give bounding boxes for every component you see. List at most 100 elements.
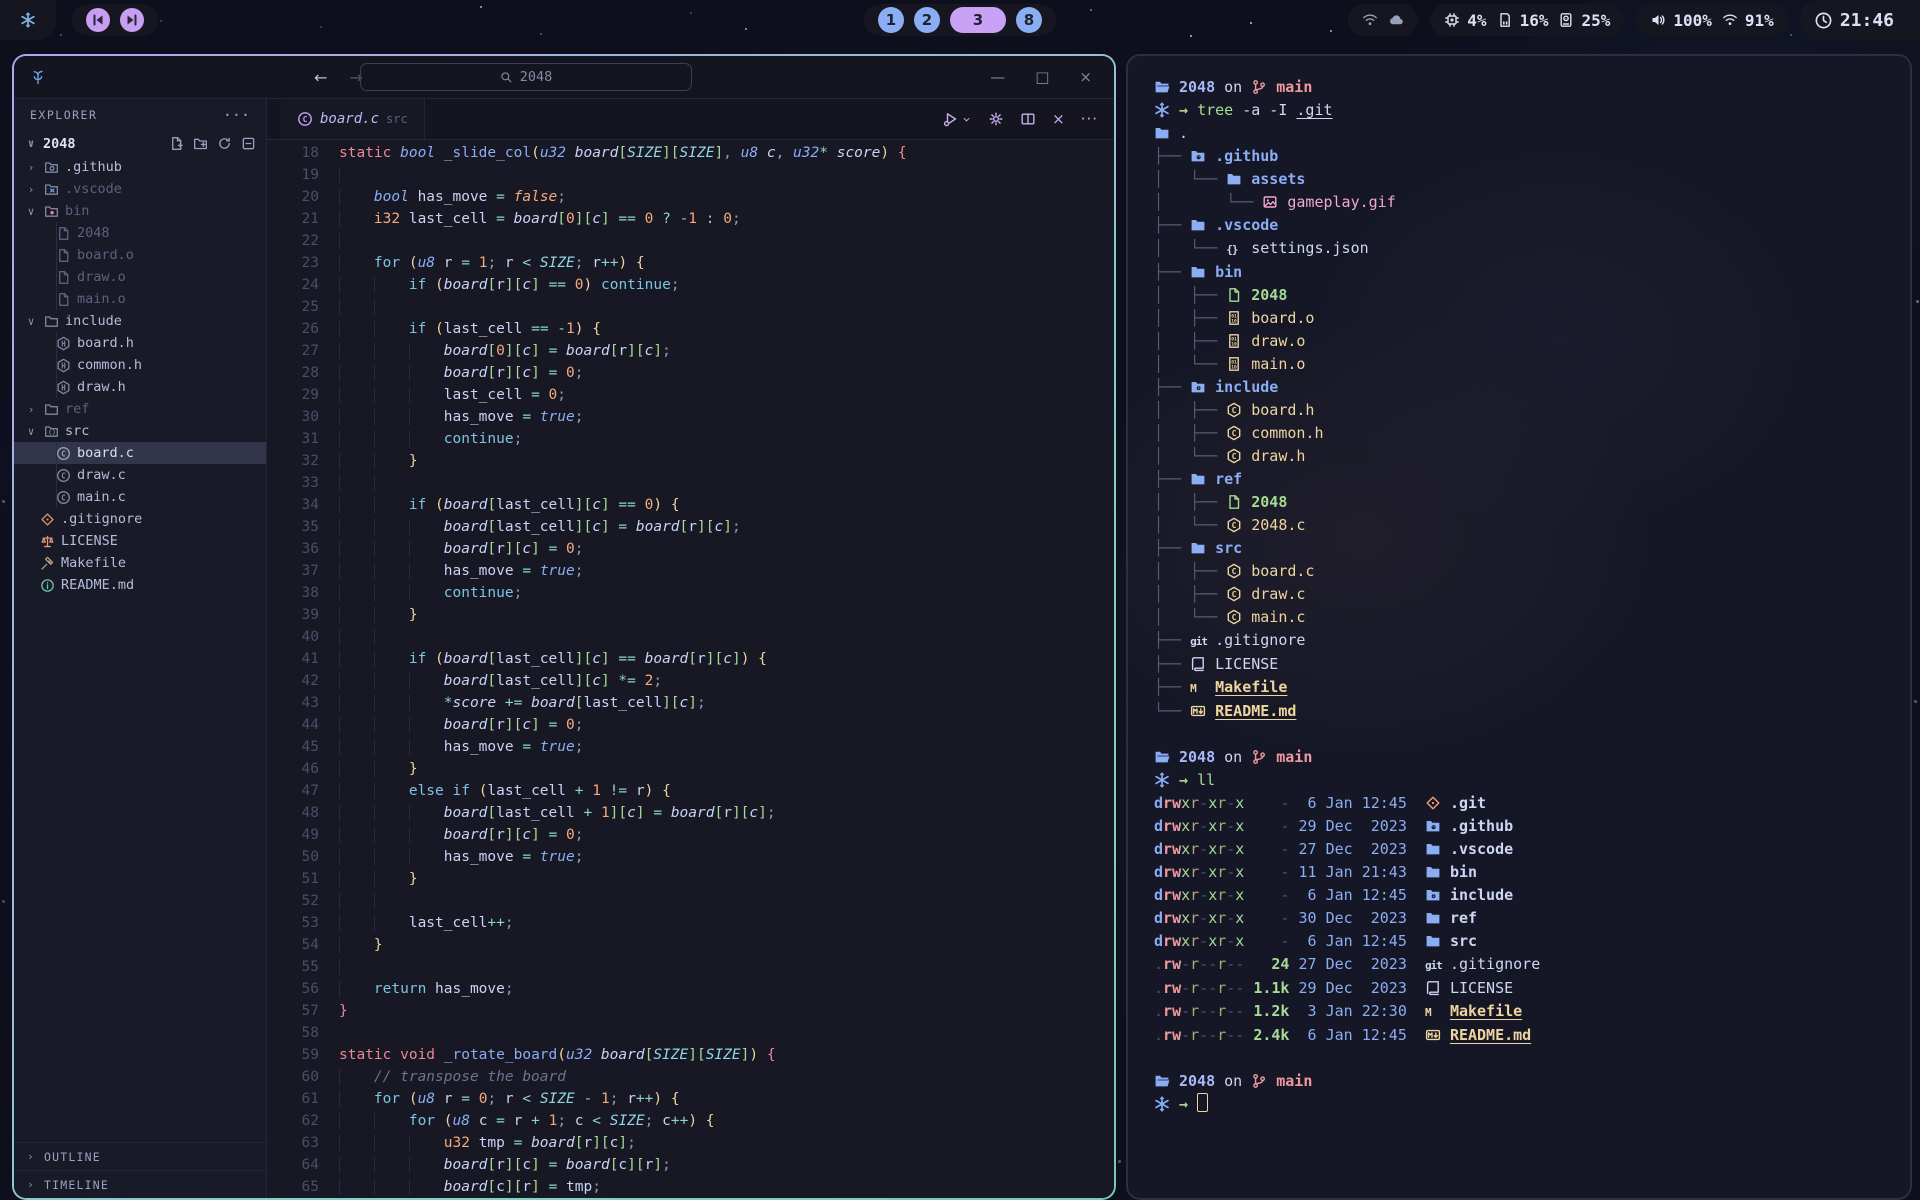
explorer-more-button[interactable]: ··· xyxy=(223,106,250,124)
app-logo-icon xyxy=(30,69,46,85)
item-label: main.o xyxy=(77,291,126,307)
close-button[interactable]: × xyxy=(1079,68,1092,86)
sidebar-item-bin[interactable]: ∨bin xyxy=(14,200,266,222)
code-line-55: 55 xyxy=(267,956,1114,978)
run-file-button[interactable] xyxy=(943,111,972,127)
explorer-root-folder[interactable]: ∨2048 xyxy=(14,131,266,156)
sidebar-item-README.md[interactable]: README.md xyxy=(14,574,266,596)
code-line-19: 19 xyxy=(267,164,1114,186)
hexc-icon xyxy=(1226,402,1242,418)
workspace-3[interactable]: 3 xyxy=(950,7,1006,33)
editor-pane: board.c src × ··· 18static bool xyxy=(267,99,1114,1198)
sidebar-item-ref[interactable]: ›ref xyxy=(14,398,266,420)
code-line-45: 45 has_move = true; xyxy=(267,736,1114,758)
terminal-window[interactable]: 2048 on main→ tree -a -I .git.├── .githu… xyxy=(1126,54,1912,1200)
split-editor-button[interactable] xyxy=(1020,111,1036,127)
line-number: 34 xyxy=(267,494,339,516)
nix-prompt-icon xyxy=(1154,1096,1170,1112)
sidebar-item-src[interactable]: ∨src xyxy=(14,420,266,442)
clock-module[interactable]: 21:46 xyxy=(1800,0,1920,40)
line-number: 57 xyxy=(267,1000,339,1022)
code-line-20: 20 bool has_move = false; xyxy=(267,186,1114,208)
refresh-explorer-button[interactable] xyxy=(217,136,232,151)
hexh-icon xyxy=(56,336,71,351)
settings-gear-button[interactable] xyxy=(988,111,1004,127)
explorer-sidebar[interactable]: EXPLORER ··· ∨2048 ›.github›.vscode∨bin2… xyxy=(14,99,267,1198)
code-line-48: 48 board[last_cell + 1][c] = board[r][c]… xyxy=(267,802,1114,824)
sidebar-item-main.o[interactable]: main.o xyxy=(14,288,266,310)
sidebar-item-draw.h[interactable]: draw.h xyxy=(14,376,266,398)
disk-stat: 25% xyxy=(1558,11,1610,30)
editor-titlebar[interactable]: ← → 2048 — □ × xyxy=(14,56,1114,99)
clock-icon xyxy=(1814,11,1833,30)
nix-prompt-icon xyxy=(1154,772,1170,788)
tree-row: │ ├── draw.c xyxy=(1154,583,1884,606)
sidebar-item-Makefile[interactable]: Makefile xyxy=(14,552,266,574)
terminal-input-line[interactable]: → xyxy=(1154,1093,1884,1116)
workspace-8[interactable]: 8 xyxy=(1016,7,1042,33)
diam-icon xyxy=(1425,795,1441,811)
timeline-section[interactable]: ›TIMELINE xyxy=(14,1170,266,1198)
explorer-title: EXPLORER xyxy=(30,108,97,122)
code-line-46: 46 } xyxy=(267,758,1114,780)
ll-row: drwxr-xr-x - 11 Jan 21:43 bin xyxy=(1154,861,1884,884)
hammer-icon xyxy=(40,556,55,571)
sidebar-item-draw.c[interactable]: draw.c xyxy=(14,464,266,486)
minimize-button[interactable]: — xyxy=(990,68,1005,86)
wifi-tray-icon[interactable] xyxy=(1362,12,1378,28)
tree-row: │ ├── 2048 xyxy=(1154,284,1884,307)
sidebar-item-.github[interactable]: ›.github xyxy=(14,156,266,178)
sidebar-item-include[interactable]: ∨include xyxy=(14,310,266,332)
volume-stat[interactable]: 100% xyxy=(1650,11,1712,30)
tree-row: │ └── assets xyxy=(1154,168,1884,191)
sidebar-item-main.c[interactable]: main.c xyxy=(14,486,266,508)
sidebar-item-LICENSE[interactable]: LICENSE xyxy=(14,530,266,552)
cloud-tray-icon[interactable] xyxy=(1388,12,1404,28)
launcher-module[interactable] xyxy=(0,0,56,40)
sidebar-item-board.h[interactable]: board.h xyxy=(14,332,266,354)
line-number: 45 xyxy=(267,736,339,758)
item-label: Makefile xyxy=(61,555,126,571)
code-line-23: 23 for (u8 r = 1; r < SIZE; r++) { xyxy=(267,252,1114,274)
chevron-down-icon: ∨ xyxy=(24,315,38,328)
fld-gear-icon xyxy=(1425,887,1441,903)
code-line-52: 52 xyxy=(267,890,1114,912)
new-folder-button[interactable] xyxy=(193,136,208,151)
code-line-32: 32 } xyxy=(267,450,1114,472)
nav-back-button[interactable]: ← xyxy=(314,68,327,87)
top-status-bar: 1238 4% 16% 25% 100% 91% 21:46 xyxy=(0,0,1920,40)
sidebar-item-.gitignore[interactable]: .gitignore xyxy=(14,508,266,530)
item-label: ref xyxy=(65,401,89,417)
media-previous-button[interactable] xyxy=(86,8,110,32)
system-tray[interactable] xyxy=(1348,4,1418,36)
tab-board-c[interactable]: board.c src xyxy=(281,99,425,139)
command-center-search[interactable]: 2048 xyxy=(360,63,692,91)
f-o-icon xyxy=(44,314,59,329)
media-next-button[interactable] xyxy=(120,8,144,32)
new-file-button[interactable] xyxy=(169,136,184,151)
more-actions-button[interactable]: ··· xyxy=(1081,110,1098,128)
sidebar-item-draw.o[interactable]: draw.o xyxy=(14,266,266,288)
tree-row: ├── bin xyxy=(1154,261,1884,284)
tree-row: ├── include xyxy=(1154,376,1884,399)
workspace-1[interactable]: 1 xyxy=(878,7,904,33)
sidebar-item-common.h[interactable]: common.h xyxy=(14,354,266,376)
sidebar-item-board.o[interactable]: board.o xyxy=(14,244,266,266)
code-area[interactable]: 18static bool _slide_col(u32 board[SIZE]… xyxy=(267,140,1114,1198)
outline-section[interactable]: ›OUTLINE xyxy=(14,1142,266,1170)
code-editor-window[interactable]: ← → 2048 — □ × EXPLORER ··· ∨2048 xyxy=(12,54,1116,1200)
code-line-38: 38 continue; xyxy=(267,582,1114,604)
item-label: LICENSE xyxy=(61,533,118,549)
workspace-2[interactable]: 2 xyxy=(914,7,940,33)
sidebar-item-board.c[interactable]: board.c xyxy=(14,442,266,464)
sidebar-item-2048[interactable]: 2048 xyxy=(14,222,266,244)
maximize-button[interactable]: □ xyxy=(1035,68,1049,86)
tree-row: └── README.md xyxy=(1154,700,1884,723)
editor-tabbar: board.c src × ··· xyxy=(267,99,1114,140)
collapse-folders-button[interactable] xyxy=(241,136,256,151)
sidebar-item-.vscode[interactable]: ›.vscode xyxy=(14,178,266,200)
wifi-stat[interactable]: 91% xyxy=(1722,11,1774,30)
close-editor-button[interactable]: × xyxy=(1052,110,1065,128)
tree-row: │ └── 2048.c xyxy=(1154,514,1884,537)
root-folder-label: 2048 xyxy=(43,136,76,152)
